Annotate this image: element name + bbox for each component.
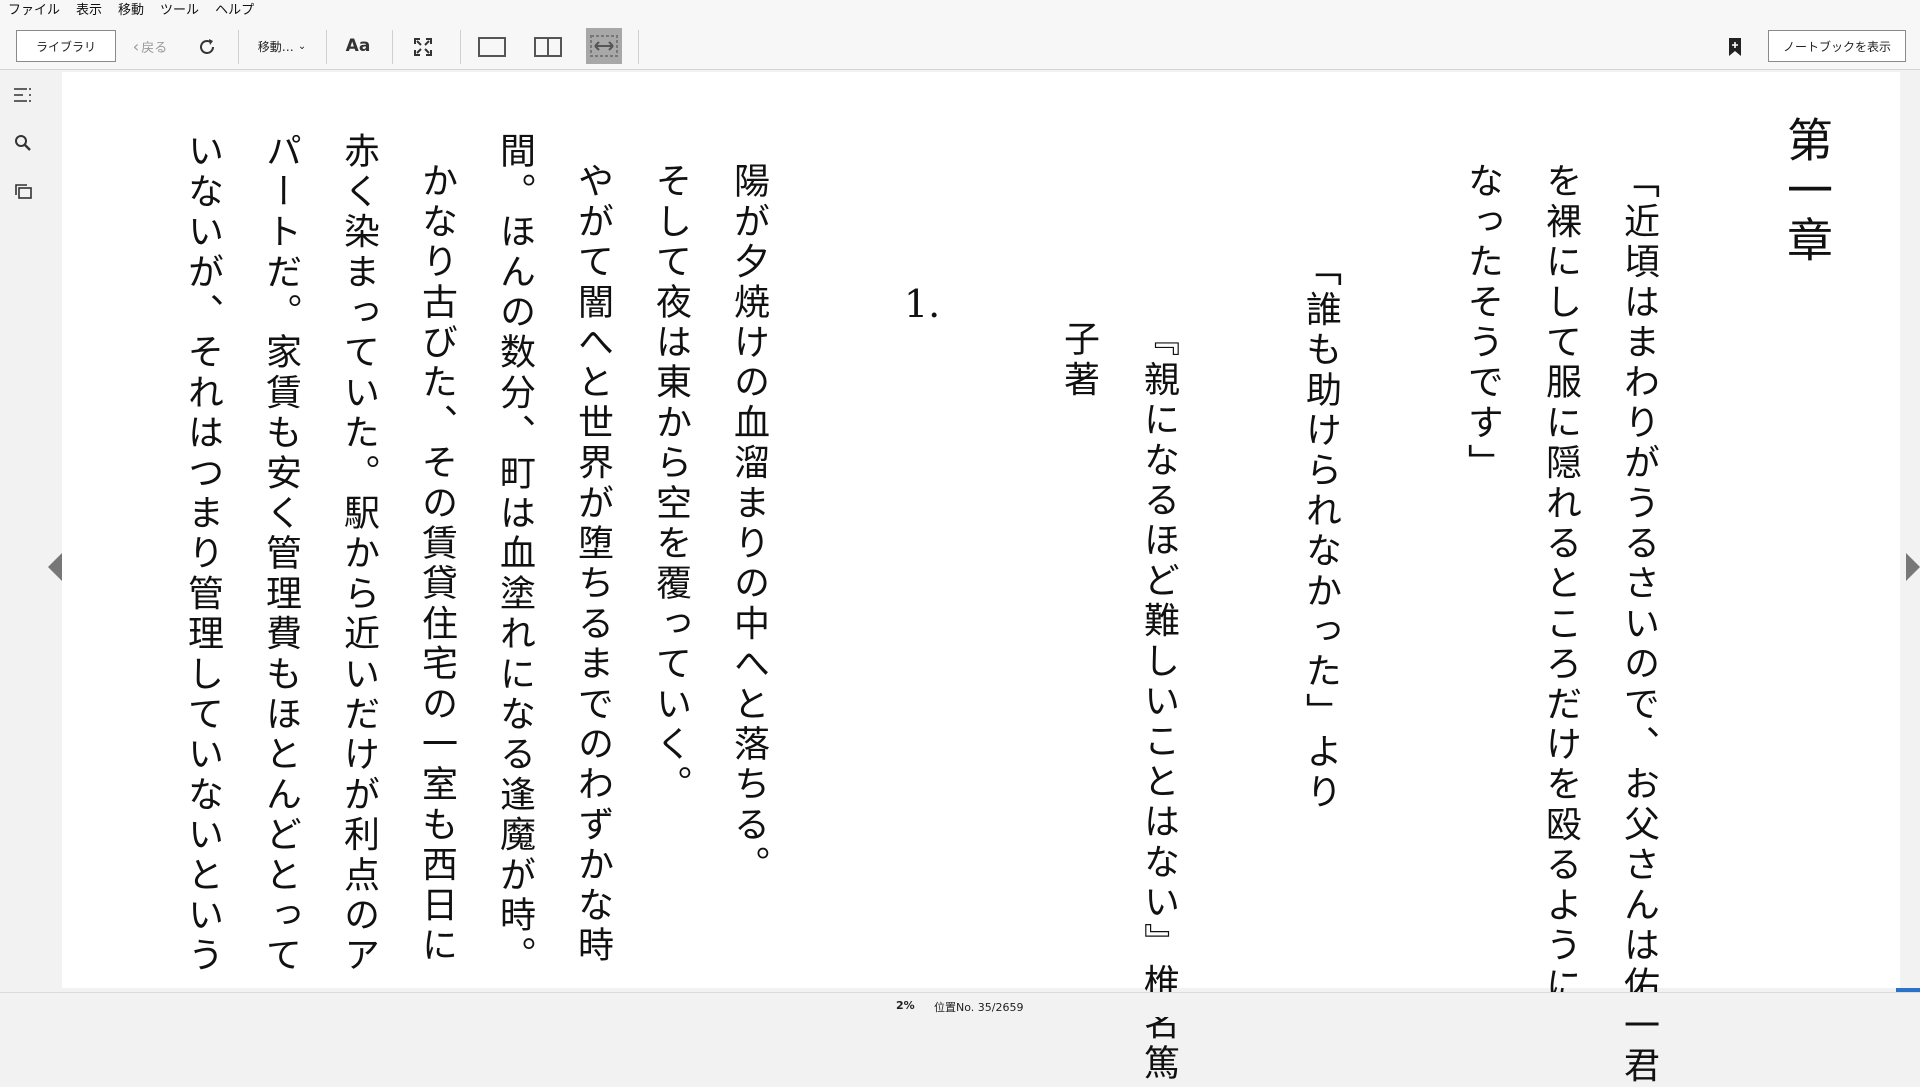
chevron-left-icon: ‹ bbox=[132, 36, 140, 56]
font-settings-button[interactable]: Aa bbox=[340, 30, 376, 62]
fullscreen-icon bbox=[414, 38, 432, 56]
toolbar-divider bbox=[326, 30, 327, 64]
chevron-down-icon: ⌄ bbox=[297, 40, 307, 52]
body-line: いないが、それはつまり管理していないという bbox=[182, 132, 223, 977]
show-notebook-label: ノートブックを表示 bbox=[1782, 39, 1891, 54]
single-column-button[interactable] bbox=[474, 32, 510, 62]
page-flip-icon bbox=[15, 184, 32, 199]
bookmark-add-icon bbox=[1729, 38, 1741, 56]
toolbar-divider bbox=[460, 30, 461, 64]
fit-width-icon bbox=[590, 35, 618, 57]
epigraph-line: 「近頃はまわりがうるさいので、お父さんは佑一君 bbox=[1618, 162, 1659, 1087]
search-icon bbox=[15, 135, 31, 151]
menu-go[interactable]: 移動 bbox=[110, 0, 152, 22]
toc-icon bbox=[14, 88, 31, 102]
toolbar-divider bbox=[238, 30, 239, 64]
goto-dropdown[interactable]: 移動… ⌄ bbox=[250, 30, 314, 62]
menu-bar: ファイル 表示 移動 ツール ヘルプ bbox=[0, 0, 1920, 22]
body-line: かなり古びた、その賃貸住宅の一室も西日に bbox=[416, 162, 457, 966]
status-bar: 2% 位置No. 35/2659 bbox=[0, 992, 1920, 1017]
section-number: 1. bbox=[904, 282, 941, 326]
single-column-icon bbox=[478, 37, 506, 57]
menu-file[interactable]: ファイル bbox=[0, 0, 68, 22]
body-line: やがて闇へと世界が堕ちるまでのわずかな時 bbox=[572, 162, 613, 966]
body-line: パートだ。家賃も安く管理費もほとんどとって bbox=[260, 132, 301, 977]
search-button[interactable] bbox=[10, 130, 36, 156]
bookmark-button[interactable] bbox=[1722, 32, 1748, 62]
sync-icon bbox=[200, 39, 214, 54]
toolbar-divider bbox=[392, 30, 393, 64]
left-rail bbox=[0, 70, 46, 992]
book-page: 第一章 「近頃はまわりがうるさいので、お父さんは佑一君 を裸にして服に隠れるとこ… bbox=[62, 72, 1900, 1087]
fit-width-button[interactable] bbox=[586, 28, 622, 64]
epigraph-source-book: 『親になるほど難しいことはない』椎名篤 bbox=[1138, 320, 1179, 1084]
reading-percent: 2% bbox=[896, 999, 915, 1012]
previous-page-arrow-icon[interactable] bbox=[48, 553, 62, 581]
menu-help[interactable]: ヘルプ bbox=[207, 0, 262, 22]
body-line: そして夜は東から空を覆っていく。 bbox=[650, 162, 691, 806]
body-line: 陽が夕焼けの血溜まりの中へと落ちる。 bbox=[728, 162, 769, 886]
sync-button[interactable] bbox=[192, 32, 222, 62]
epigraph-source-title: 「誰も助けられなかった」より bbox=[1300, 250, 1341, 813]
font-settings-label: Aa bbox=[345, 36, 371, 56]
toolbar-divider bbox=[638, 30, 639, 64]
show-notebook-button[interactable]: ノートブックを表示 bbox=[1768, 30, 1906, 62]
menu-view[interactable]: 表示 bbox=[68, 0, 110, 22]
back-label: 戻る bbox=[141, 40, 168, 56]
fullscreen-button[interactable] bbox=[408, 32, 438, 62]
page-flip-button[interactable] bbox=[10, 178, 36, 204]
back-button[interactable]: ‹ 戻る bbox=[128, 30, 172, 62]
body-line: 赤く染まっていた。駅から近いだけが利点のア bbox=[338, 132, 379, 977]
reading-location: 位置No. 35/2659 bbox=[934, 1001, 1024, 1014]
next-page-arrow-icon[interactable] bbox=[1906, 553, 1920, 581]
menu-tools[interactable]: ツール bbox=[152, 0, 207, 22]
two-column-icon bbox=[534, 37, 562, 57]
toolbar: ライブラリ ‹ 戻る 移動… ⌄ Aa ノートブックを表示 bbox=[0, 22, 1920, 70]
chapter-title: 第一章 bbox=[1780, 116, 1834, 266]
epigraph-source-author: 子著 bbox=[1058, 320, 1099, 401]
epigraph-line: なったそうです」 bbox=[1462, 162, 1503, 484]
goto-label: 移動… bbox=[257, 39, 294, 54]
body-line: 間。ほんの数分、町は血塗れになる逢魔が時。 bbox=[494, 132, 535, 977]
library-button[interactable]: ライブラリ bbox=[16, 30, 116, 62]
epigraph-line: を裸にして服に隠れるところだけを殴るように bbox=[1540, 162, 1581, 1007]
two-column-button[interactable] bbox=[530, 32, 566, 62]
toc-button[interactable] bbox=[10, 82, 36, 108]
library-label: ライブラリ bbox=[35, 39, 96, 54]
